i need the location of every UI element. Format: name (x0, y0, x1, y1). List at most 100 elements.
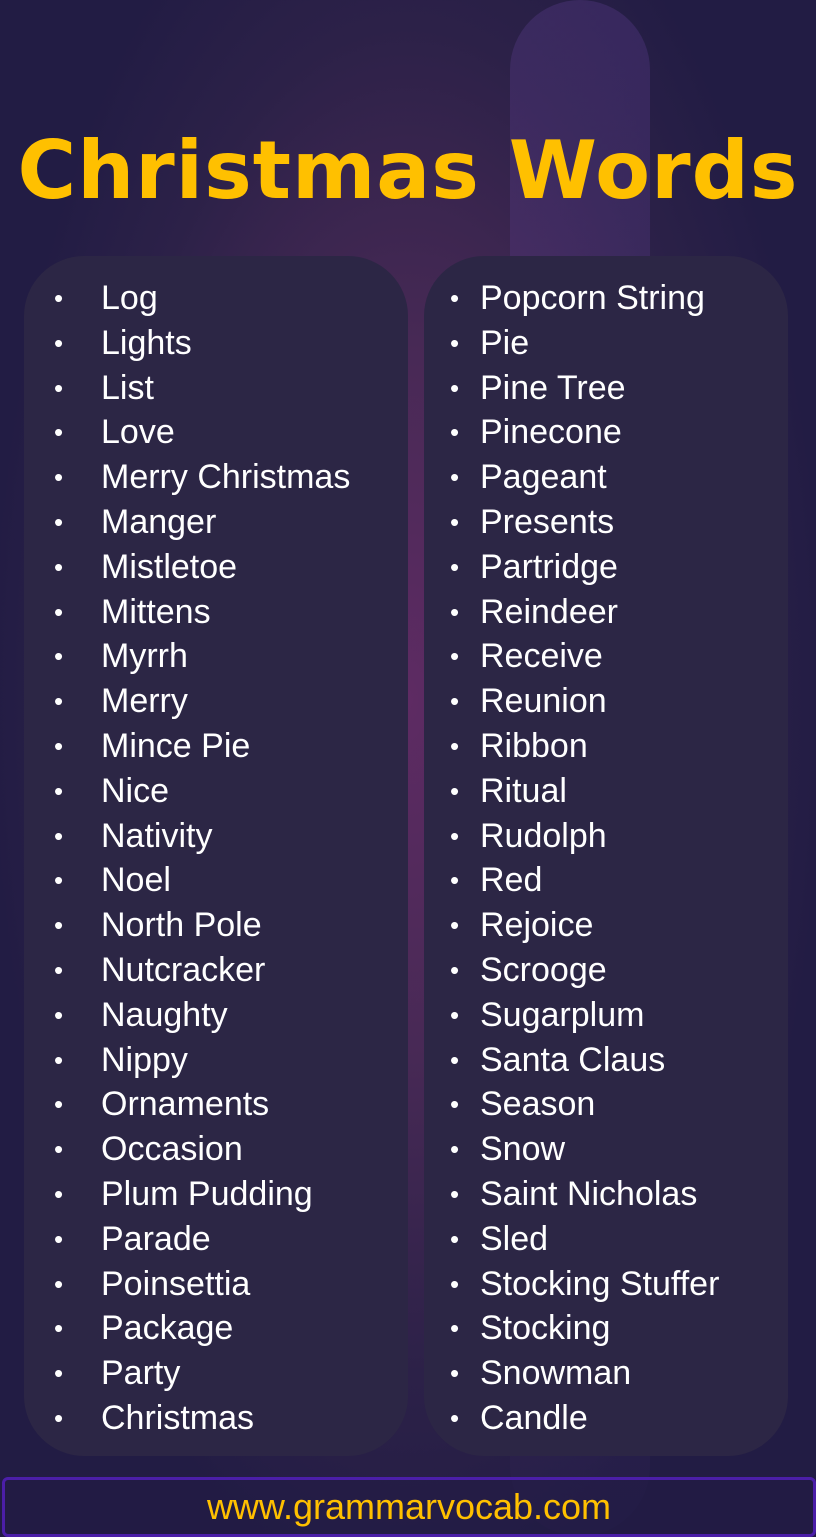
bullet-icon: • (54, 1179, 64, 1209)
word-text: Stocking (480, 1309, 611, 1348)
word-text: Ritual (480, 771, 567, 810)
bullet-icon: • (54, 865, 64, 896)
word-text: Mistletoe (101, 547, 238, 586)
bullet-icon: • (450, 1089, 460, 1120)
word-text: Package (101, 1309, 234, 1348)
word-text: Merry (101, 682, 188, 721)
bullet-icon: • (450, 820, 460, 851)
bullet-icon: • (450, 1134, 460, 1165)
bullet-icon: • (54, 775, 64, 806)
website-footer[interactable]: www.grammarvocab.com (2, 1477, 816, 1537)
bullet-icon: • (450, 507, 460, 537)
word-text: Snowman (480, 1354, 632, 1393)
word-text: Pageant (480, 458, 607, 497)
word-text: Party (101, 1354, 181, 1393)
word-text: Saint Nicholas (480, 1175, 698, 1213)
bullet-icon: • (54, 551, 64, 582)
bullet-icon: • (54, 417, 64, 448)
word-text: Sled (480, 1219, 549, 1258)
bullet-icon: • (54, 327, 64, 358)
word-text: Pine Tree (480, 368, 626, 407)
word-text: Stocking Stuffer (480, 1264, 720, 1303)
bullet-icon: • (450, 910, 460, 941)
bullet-icon: • (54, 1313, 64, 1344)
bullet-icon: • (54, 999, 64, 1030)
word-text: Rejoice (480, 906, 594, 945)
word-text: Santa Claus (480, 1040, 666, 1079)
word-text: Reindeer (480, 592, 618, 631)
word-list-panel-left: • Log • Lights • List • Love • Merry Christmas • Ma… (24, 256, 408, 1456)
word-text: Popcorn String (480, 279, 705, 317)
bullet-icon: • (450, 551, 460, 582)
word-text: Red (480, 861, 543, 900)
bullet-icon: • (54, 955, 64, 985)
word-text: List (101, 368, 154, 407)
word-text: Rudolph (480, 816, 607, 855)
bullet-icon: • (450, 462, 460, 493)
bullet-icon: • (54, 1403, 64, 1433)
word-text: Love (101, 413, 175, 452)
word-text: Parade (101, 1219, 211, 1258)
word-text: Noel (101, 861, 171, 900)
bullet-icon: • (450, 955, 460, 985)
bullet-icon: • (450, 686, 460, 717)
word-text: Ornaments (101, 1085, 270, 1124)
bullet-icon: • (450, 865, 460, 896)
word-text: Candle (480, 1399, 588, 1437)
bullet-icon: • (450, 731, 460, 761)
word-text: Scrooge (480, 951, 607, 989)
bullet-icon: • (450, 596, 460, 627)
word-text: Christmas (101, 1399, 255, 1437)
bullet-icon: • (54, 910, 64, 941)
bullet-icon: • (450, 1044, 460, 1075)
bullet-icon: • (54, 372, 64, 403)
bullet-icon: • (450, 1358, 460, 1389)
word-text: Snow (480, 1130, 566, 1169)
bullet-icon: • (450, 283, 460, 313)
word-text: Plum Pudding (101, 1175, 313, 1213)
bullet-icon: • (450, 1403, 460, 1433)
bullet-icon: • (54, 1044, 64, 1075)
bullet-icon: • (450, 641, 460, 672)
bullet-icon: • (54, 462, 64, 493)
word-text: Mittens (101, 592, 211, 631)
bullet-icon: • (54, 820, 64, 851)
bullet-icon: • (450, 417, 460, 448)
word-text: Manger (101, 503, 217, 541)
word-text: Log (101, 279, 158, 317)
word-text: Myrrh (101, 637, 188, 676)
word-text: Pinecone (480, 413, 622, 452)
word-text: Nutcracker (101, 951, 266, 989)
word-text: North Pole (101, 906, 262, 945)
bullet-icon: • (54, 1223, 64, 1254)
bullet-icon: • (54, 641, 64, 672)
website-url[interactable]: www.grammarvocab.com (207, 1486, 611, 1527)
bullet-icon: • (450, 1268, 460, 1299)
bullet-icon: • (54, 1089, 64, 1120)
word-text: Merry Christmas (101, 458, 351, 497)
word-text: Season (480, 1085, 596, 1124)
bullet-icon: • (54, 596, 64, 627)
word-text: Nippy (101, 1040, 188, 1079)
word-text: Pie (480, 323, 530, 362)
word-text: Occasion (101, 1130, 243, 1169)
bullet-icon: • (450, 1179, 460, 1209)
bullet-icon: • (54, 686, 64, 717)
word-text: Ribbon (480, 727, 588, 765)
word-text: Reunion (480, 682, 607, 721)
bullet-icon: • (450, 775, 460, 806)
bullet-icon: • (54, 507, 64, 537)
word-text: Naughty (101, 995, 228, 1034)
word-text: Presents (480, 503, 615, 541)
bullet-icon: • (54, 731, 64, 761)
bullet-icon: • (54, 1268, 64, 1299)
word-text: Nativity (101, 816, 213, 855)
word-text: Mince Pie (101, 727, 251, 765)
word-text: Sugarplum (480, 995, 645, 1034)
bullet-icon: • (54, 1134, 64, 1165)
word-text: Lights (101, 323, 192, 362)
word-text: Partridge (480, 547, 618, 586)
bullet-icon: • (450, 1223, 460, 1254)
bullet-icon: • (450, 1313, 460, 1344)
word-text: Nice (101, 771, 170, 810)
